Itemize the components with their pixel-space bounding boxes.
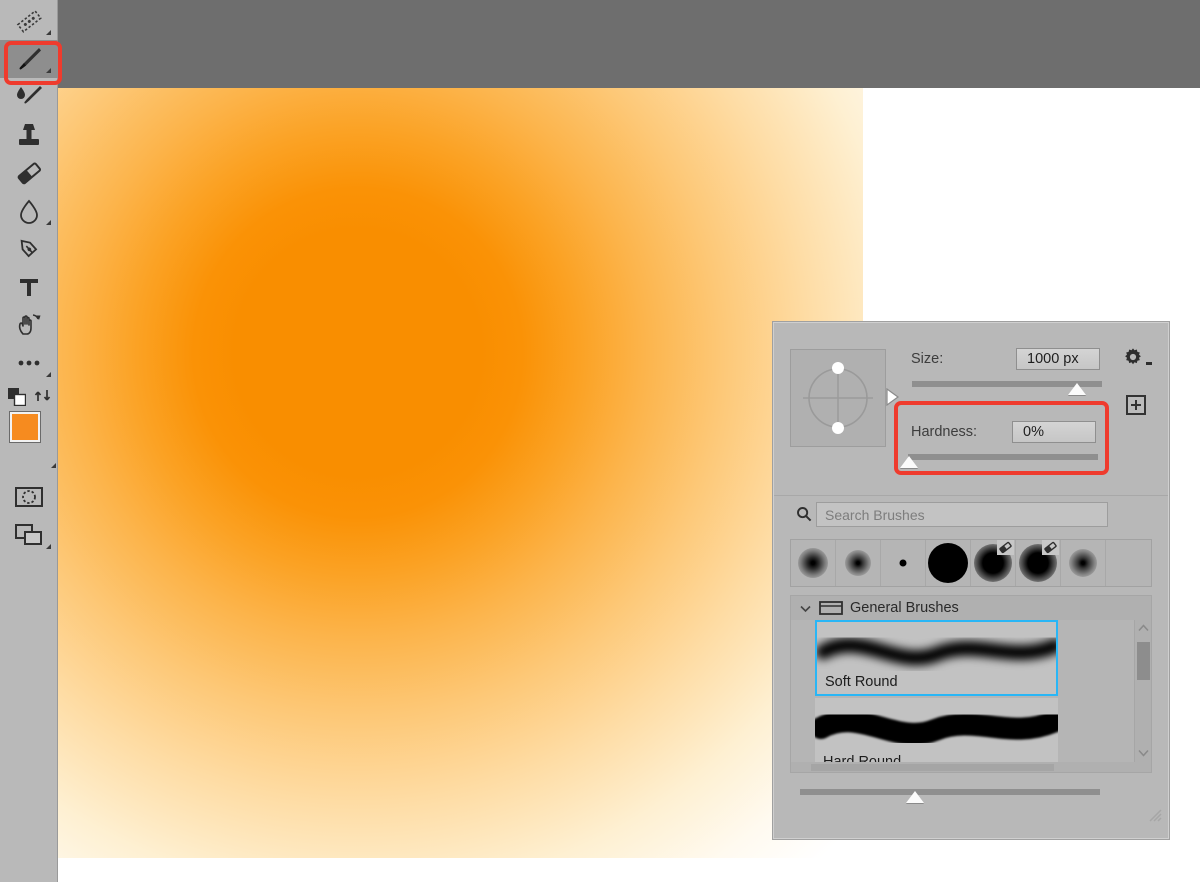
- brush-preset-thumb[interactable]: [881, 540, 926, 586]
- hand-tool[interactable]: [0, 306, 58, 344]
- brush-tip-angle-roundness[interactable]: [790, 349, 900, 447]
- brush-list-hscrollbar[interactable]: [791, 762, 1151, 772]
- photoshop-window: Size: 1000 px Hardness: 0% Search Brushe…: [0, 0, 1200, 882]
- brush-folder-label: General Brushes: [850, 600, 959, 616]
- flyout-corner-icon: [46, 544, 51, 549]
- screen-mode-icon: [15, 524, 42, 545]
- brush-list-item-soft-round[interactable]: Soft Round: [815, 620, 1058, 696]
- angle-roundness-dial-icon: [803, 362, 873, 434]
- brush-preset-thumb[interactable]: [971, 540, 1016, 586]
- brush-preset-thumb[interactable]: [836, 540, 881, 586]
- pen-tool[interactable]: [0, 230, 58, 268]
- hand-rotate-icon: [18, 314, 41, 335]
- hardness-value-field[interactable]: 0%: [1012, 421, 1096, 443]
- ellipsis-icon: [18, 360, 40, 366]
- chevron-down-icon[interactable]: [1138, 749, 1149, 757]
- search-icon: [797, 507, 812, 522]
- brush-name-label: Soft Round: [825, 674, 898, 690]
- clone-stamp-icon: [19, 124, 39, 145]
- brush-list-scrollbar[interactable]: [1134, 620, 1151, 772]
- soft-round-swatch-icon: [798, 548, 828, 578]
- brush-search-row: [774, 495, 1168, 539]
- flyout-corner-icon: [46, 30, 51, 35]
- hardness-slider-knob[interactable]: [900, 456, 918, 468]
- panel-footer: [774, 773, 1168, 827]
- color-controls-row: [0, 382, 58, 410]
- soft-round-swatch-icon: [1069, 549, 1097, 577]
- brush-preset-thumb-empty[interactable]: [1106, 540, 1151, 586]
- flyout-corner-icon: [46, 220, 51, 225]
- size-label: Size:: [911, 351, 944, 367]
- hardness-highlight-box: Hardness: 0%: [894, 401, 1109, 475]
- eraser-badge-icon: [997, 540, 1014, 555]
- brush-preset-thumb[interactable]: [1061, 540, 1106, 586]
- brush-list: General Brushes Soft Round: [790, 595, 1152, 773]
- brush-settings-section: Size: 1000 px Hardness: 0%: [774, 323, 1168, 495]
- brush-preset-thumb[interactable]: [926, 540, 971, 586]
- gear-dropdown-caret-icon[interactable]: [1146, 362, 1152, 365]
- ruler-icon: [16, 9, 42, 33]
- text-t-icon: [20, 279, 38, 296]
- chevron-down-icon[interactable]: [799, 602, 812, 615]
- resize-grip-icon[interactable]: [1145, 805, 1163, 823]
- soft-round-swatch-icon: [845, 550, 871, 576]
- hardness-slider-track[interactable]: [908, 454, 1098, 460]
- soft-round-stroke-preview: [817, 637, 1056, 666]
- brush-preset-panel: Size: 1000 px Hardness: 0% Search Brushe…: [773, 322, 1169, 839]
- brush-preset-thumb[interactable]: [791, 540, 836, 586]
- search-input[interactable]: [816, 502, 1108, 527]
- brush-tool[interactable]: [0, 40, 62, 85]
- swap-colors-icon[interactable]: [34, 387, 52, 405]
- brush-folder-row[interactable]: General Brushes: [791, 596, 1151, 620]
- scrollbar-thumb[interactable]: [1137, 642, 1150, 680]
- waterdrop-icon: [20, 199, 38, 224]
- hardness-label: Hardness:: [911, 424, 978, 440]
- quick-mask-icon: [15, 487, 43, 507]
- paintbrush-icon: [19, 48, 41, 70]
- edit-toolbar-tool[interactable]: [0, 344, 58, 382]
- hard-round-large-swatch-icon: [928, 543, 968, 583]
- brush-list-body: Soft Round Hard Round: [791, 620, 1151, 772]
- screen-mode-tool[interactable]: [0, 516, 58, 554]
- size-slider-knob[interactable]: [1068, 383, 1086, 395]
- hard-round-small-swatch-icon: [899, 559, 907, 567]
- type-tool[interactable]: [0, 268, 58, 306]
- mixer-brush-icon: [17, 86, 42, 104]
- brush-preset-strip: [790, 539, 1152, 587]
- eraser-badge-icon: [1042, 540, 1059, 555]
- flyout-corner-icon: [51, 463, 56, 468]
- foreground-color-swatch[interactable]: [9, 411, 41, 443]
- flyout-corner-icon: [46, 372, 51, 377]
- eraser-icon: [17, 162, 42, 185]
- orange-paint-blob: [58, 88, 863, 858]
- clone-stamp-tool[interactable]: [0, 116, 58, 154]
- mixer-brush-tool[interactable]: [0, 78, 58, 116]
- eraser-tool[interactable]: [0, 154, 58, 192]
- tools-panel: [0, 0, 62, 882]
- quick-mask-tool[interactable]: [0, 478, 58, 516]
- foreground-background-colors: [0, 410, 58, 468]
- folder-icon: [819, 601, 843, 615]
- pen-nib-icon: [20, 239, 38, 258]
- panel-zoom-slider-knob[interactable]: [906, 791, 924, 803]
- options-bar: [58, 0, 1200, 88]
- brush-preset-thumb[interactable]: [1016, 540, 1061, 586]
- panel-zoom-slider-track[interactable]: [800, 789, 1100, 795]
- default-colors-icon[interactable]: [8, 388, 26, 406]
- chevron-up-icon[interactable]: [1138, 624, 1149, 632]
- new-brush-preset-button[interactable]: [1126, 395, 1146, 415]
- scrollbar-thumb-horizontal[interactable]: [811, 764, 1054, 771]
- flyout-corner-icon: [46, 68, 51, 73]
- gear-icon[interactable]: [1123, 347, 1143, 367]
- measure-tool[interactable]: [0, 2, 58, 40]
- blur-tool[interactable]: [0, 192, 58, 230]
- size-value-field[interactable]: 1000 px: [1016, 348, 1100, 370]
- hard-round-stroke-preview: [815, 710, 1058, 745]
